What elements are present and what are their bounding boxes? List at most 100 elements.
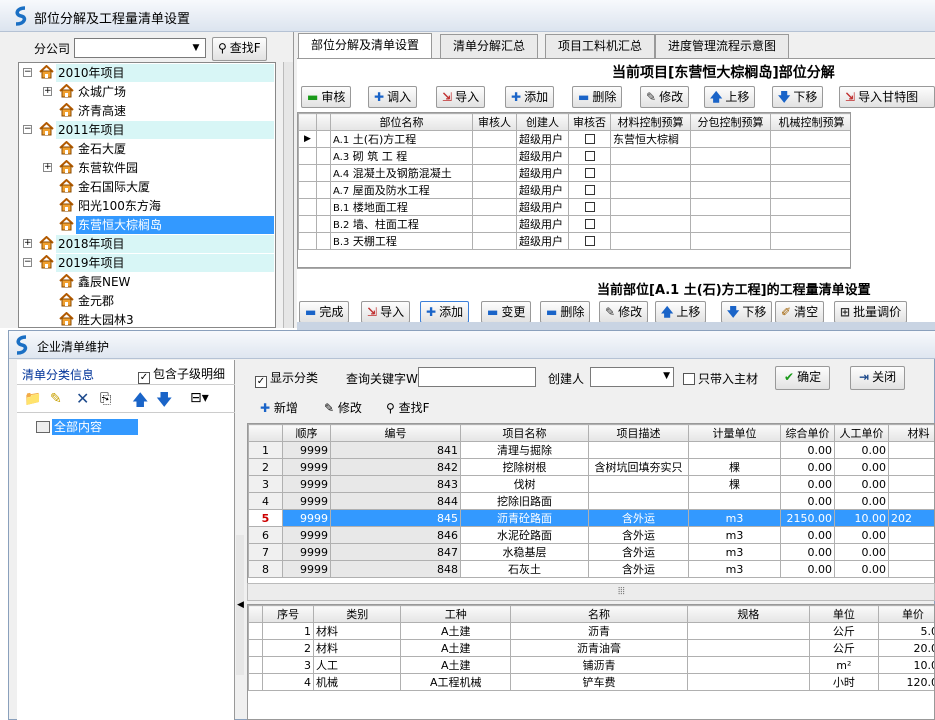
item-col-header[interactable]: 顺序 bbox=[282, 424, 331, 442]
tab-2[interactable]: 项目工料机汇总 bbox=[545, 34, 656, 58]
part_toolbar-button-2[interactable]: ⇲ 导入 bbox=[436, 86, 486, 108]
qty_toolbar-button-2[interactable]: ✚ 添加 bbox=[420, 301, 470, 323]
qty_toolbar-button-8[interactable]: ✐ 清空 bbox=[775, 301, 825, 323]
part-row[interactable]: A.7 屋面及防水工程 超级用户 bbox=[298, 181, 850, 199]
part-row[interactable]: ▶ A.1 土(石)方工程 超级用户 东营恒大棕榈 bbox=[298, 130, 850, 148]
resource-row[interactable]: 1材料A土建沥青 公斤5.00 bbox=[248, 622, 934, 640]
item-row[interactable]: 6 9999 846 水泥砼路面 含外运 m3 0.00 0.00 bbox=[248, 526, 934, 544]
show-category-checkbox[interactable]: ✓ 显示分类 bbox=[255, 369, 318, 388]
creator-select[interactable]: ▼ bbox=[590, 367, 674, 387]
approved-cell[interactable] bbox=[568, 215, 611, 233]
resource-col-header[interactable]: 规格 bbox=[686, 605, 810, 623]
qty_toolbar-button-0[interactable]: ▬ 完成 bbox=[299, 301, 350, 323]
part-col-header[interactable]: 分包控制预算 bbox=[690, 113, 771, 131]
item-row[interactable]: 3 9999 843 伐树棵 0.00 0.00 bbox=[248, 475, 934, 493]
find-button[interactable]: ⚲ 查找F bbox=[212, 37, 267, 61]
tree-year-node[interactable]: 2011年项目 bbox=[39, 121, 274, 139]
item-col-header[interactable]: 人工单价 bbox=[834, 424, 889, 442]
tree-project-node[interactable]: 胜大园林3 bbox=[59, 311, 136, 327]
collapse-icon[interactable]: − bbox=[23, 68, 32, 77]
resource-row[interactable]: 4机械A工程机械铲车费 小时120.00 bbox=[248, 673, 934, 691]
part_toolbar-button-4[interactable]: ▬ 删除 bbox=[572, 86, 623, 108]
expand-icon[interactable]: + bbox=[43, 87, 52, 96]
copy-icon[interactable]: ⎘ bbox=[100, 391, 111, 407]
item-row[interactable]: 5 9999 845 沥青砼路面 含外运 m3 2150.00 10.00 202 bbox=[248, 509, 934, 527]
item-row[interactable]: 7 9999 847 水稳基层 含外运 m3 0.00 0.00 bbox=[248, 543, 934, 561]
keyword-input[interactable] bbox=[418, 367, 536, 387]
part_toolbar-button-7[interactable]: 🡇 下移 bbox=[772, 86, 824, 108]
qty_toolbar-button-3[interactable]: ▬ 变更 bbox=[481, 301, 532, 323]
close-button[interactable]: ⇥ 关闭 bbox=[850, 366, 906, 390]
checkbox-empty-icon[interactable] bbox=[584, 235, 595, 246]
item-row[interactable]: 8 9999 848 石灰土 含外运 m3 0.00 0.00 bbox=[248, 560, 934, 578]
chevron-down-icon[interactable]: ▼ bbox=[663, 371, 670, 381]
include-sub-checkbox[interactable]: ✓ 包含子级明细 bbox=[138, 365, 225, 384]
approved-cell[interactable] bbox=[568, 164, 611, 182]
tree-root[interactable]: 全部内容 bbox=[36, 418, 139, 435]
tree-project-node[interactable]: 金元郡 bbox=[59, 292, 116, 310]
items-grid[interactable]: 顺序 编号 项目名称 项目描述 计量单位 综合单价 人工单价 材料 1 9999 841 清理与掘除… bbox=[247, 423, 935, 601]
checkbox-empty-icon[interactable] bbox=[584, 201, 595, 212]
tree-year-node[interactable]: 2010年项目 bbox=[39, 64, 274, 82]
resource-col-header[interactable]: 名称 bbox=[510, 605, 688, 623]
main-material-checkbox[interactable]: 只带入主材 bbox=[683, 370, 758, 387]
collapse-icon[interactable]: − bbox=[23, 125, 32, 134]
part-col-header[interactable]: 审核否 bbox=[568, 113, 611, 131]
part-row[interactable]: B.1 楼地面工程 超级用户 bbox=[298, 198, 850, 216]
item-row[interactable]: 2 9999 842 挖除树根 含树坑回填夯实只棵 0.00 0.00 bbox=[248, 458, 934, 476]
chevron-down-icon[interactable]: ▼ bbox=[189, 41, 203, 55]
checkbox-empty-icon[interactable] bbox=[584, 218, 595, 229]
qty_toolbar-button-7[interactable]: 🡇 下移 bbox=[721, 301, 773, 323]
search-button[interactable]: ⚲ 查找F bbox=[386, 399, 430, 416]
qty_toolbar-button-9[interactable]: ⊞ 批量调价 bbox=[834, 301, 908, 323]
qty_toolbar-button-1[interactable]: ⇲ 导入 bbox=[361, 301, 411, 323]
tree-project-node[interactable]: 济青高速 bbox=[59, 102, 128, 120]
tree-project-node[interactable]: 东营恒大棕榈岛 bbox=[59, 216, 274, 234]
item-col-header[interactable]: 计量单位 bbox=[688, 424, 781, 442]
part_toolbar-button-1[interactable]: ✚ 调入 bbox=[368, 86, 418, 108]
resource-col-header[interactable]: 单价 bbox=[877, 605, 934, 623]
tree-layout-icon[interactable]: ⊟▾ bbox=[190, 390, 209, 406]
part-row[interactable]: A.4 混凝土及钢筋混凝土 超级用户 bbox=[298, 164, 850, 182]
part-row[interactable]: B.3 天棚工程 超级用户 bbox=[298, 232, 850, 250]
tab-3[interactable]: 进度管理流程示意图 bbox=[655, 34, 790, 58]
resource-col-header[interactable]: 类别 bbox=[313, 605, 402, 623]
approved-cell[interactable] bbox=[568, 198, 611, 216]
expand-icon[interactable]: + bbox=[43, 163, 52, 172]
tab-0[interactable]: 部位分解及清单设置 bbox=[298, 33, 433, 59]
resource-col-header[interactable]: 单位 bbox=[808, 605, 879, 623]
tree-project-node[interactable]: 众城广场 bbox=[59, 83, 128, 101]
tree-year-node[interactable]: 2019年项目 bbox=[39, 254, 274, 272]
item-col-header[interactable]: 综合单价 bbox=[780, 424, 835, 442]
tree-project-node[interactable]: 鑫辰NEW bbox=[59, 273, 132, 291]
part-row[interactable]: B.2 墙、柱面工程 超级用户 bbox=[298, 215, 850, 233]
collapse-arrow-icon[interactable]: ◀ bbox=[237, 600, 244, 610]
item-row[interactable]: 4 9999 844 挖除旧路面 0.00 0.00 bbox=[248, 492, 934, 510]
tree-project-node[interactable]: 金石国际大厦 bbox=[59, 178, 152, 196]
tree-project-node[interactable]: 金石大厦 bbox=[59, 140, 128, 158]
item-col-header[interactable]: 项目描述 bbox=[588, 424, 689, 442]
part_toolbar-button-8[interactable]: ⇲ 导入甘特图 bbox=[839, 86, 935, 108]
part-col-header[interactable]: 机械控制预算 bbox=[770, 113, 850, 131]
project-tree[interactable]: 2010年项目 − 众城广场 + 济青高速 2011年项目 − 金石大厦 东营软件园 + 金石国际大… bbox=[18, 62, 276, 328]
item-col-header[interactable]: 材料 bbox=[888, 424, 934, 442]
part_toolbar-button-5[interactable]: ✎ 修改 bbox=[640, 86, 690, 108]
approved-cell[interactable] bbox=[568, 147, 611, 165]
ok-button[interactable]: ✔ 确定 bbox=[775, 366, 831, 390]
qty_toolbar-button-5[interactable]: ✎ 修改 bbox=[599, 301, 649, 323]
part-col-header[interactable]: 创建人 bbox=[516, 113, 569, 131]
part-col-header[interactable]: 材料控制预算 bbox=[610, 113, 691, 131]
checkbox-empty-icon[interactable] bbox=[584, 184, 595, 195]
approved-cell[interactable] bbox=[568, 130, 611, 148]
item-row[interactable]: 1 9999 841 清理与掘除 0.00 0.00 bbox=[248, 441, 934, 459]
resource-row[interactable]: 2材料A土建沥青油膏 公斤20.00 bbox=[248, 639, 934, 657]
branch-select[interactable]: ▼ bbox=[74, 38, 206, 58]
checkbox-empty-icon[interactable] bbox=[584, 150, 595, 161]
checkbox-empty-icon[interactable] bbox=[584, 133, 595, 144]
part_toolbar-button-6[interactable]: 🡅 上移 bbox=[704, 86, 756, 108]
resource-col-header[interactable]: 工种 bbox=[400, 605, 512, 623]
item-col-header[interactable]: 编号 bbox=[330, 424, 461, 442]
resource-row[interactable]: 3人工A土建铺沥青 m²10.00 bbox=[248, 656, 934, 674]
new-folder-icon[interactable]: 📁 bbox=[24, 391, 41, 407]
part_toolbar-button-0[interactable]: ▬ 审核 bbox=[301, 86, 352, 108]
